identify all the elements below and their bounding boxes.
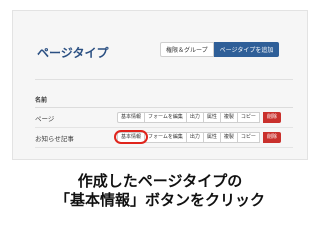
attributes-button[interactable]: 属性 (202, 132, 221, 143)
row-name: ページ (35, 114, 55, 123)
duplicate-button[interactable]: 複製 (219, 132, 238, 143)
divider (35, 79, 293, 80)
caption-line-1: 作成したページタイプの (77, 172, 243, 190)
highlight-circle (114, 130, 148, 144)
page-type-table: 名前 ページ 基本情報 フォームを編集 出力 属性 複製 コピー 削除 お知らせ… (35, 95, 293, 148)
output-button[interactable]: 出力 (185, 112, 204, 123)
delete-button[interactable]: 削除 (262, 132, 281, 143)
header-button-group: 権限＆グループ ページタイプを追加 (160, 42, 280, 57)
table-row: お知らせ記事 基本情報 フォームを編集 出力 属性 複製 コピー 削除 (35, 128, 293, 148)
copy-button[interactable]: コピー (236, 132, 260, 143)
output-button[interactable]: 出力 (185, 132, 204, 143)
table-row: ページ 基本情報 フォームを編集 出力 属性 複製 コピー 削除 (35, 108, 293, 128)
column-header-name: 名前 (35, 95, 293, 108)
row-name: お知らせ記事 (35, 134, 74, 143)
delete-button[interactable]: 削除 (262, 112, 281, 123)
copy-button[interactable]: コピー (236, 112, 260, 123)
edit-form-button[interactable]: フォームを編集 (144, 132, 187, 143)
basic-info-button[interactable]: 基本情報 (117, 112, 146, 123)
duplicate-button[interactable]: 複製 (219, 112, 238, 123)
page-header: ページタイプ 権限＆グループ ページタイプを追加 (13, 11, 307, 71)
row-actions: 基本情報 フォームを編集 出力 属性 複製 コピー 削除 (117, 112, 281, 123)
caption-line-2: 「基本情報」ボタンをクリック (54, 191, 265, 209)
attributes-button[interactable]: 属性 (202, 112, 221, 123)
page-title: ページタイプ (37, 46, 109, 60)
add-page-type-button[interactable]: ページタイプを追加 (213, 42, 280, 57)
screenshot-panel: ページタイプ 権限＆グループ ページタイプを追加 名前 ページ 基本情報 フォー… (12, 10, 308, 160)
edit-form-button[interactable]: フォームを編集 (144, 112, 187, 123)
permissions-groups-button[interactable]: 権限＆グループ (160, 42, 214, 57)
